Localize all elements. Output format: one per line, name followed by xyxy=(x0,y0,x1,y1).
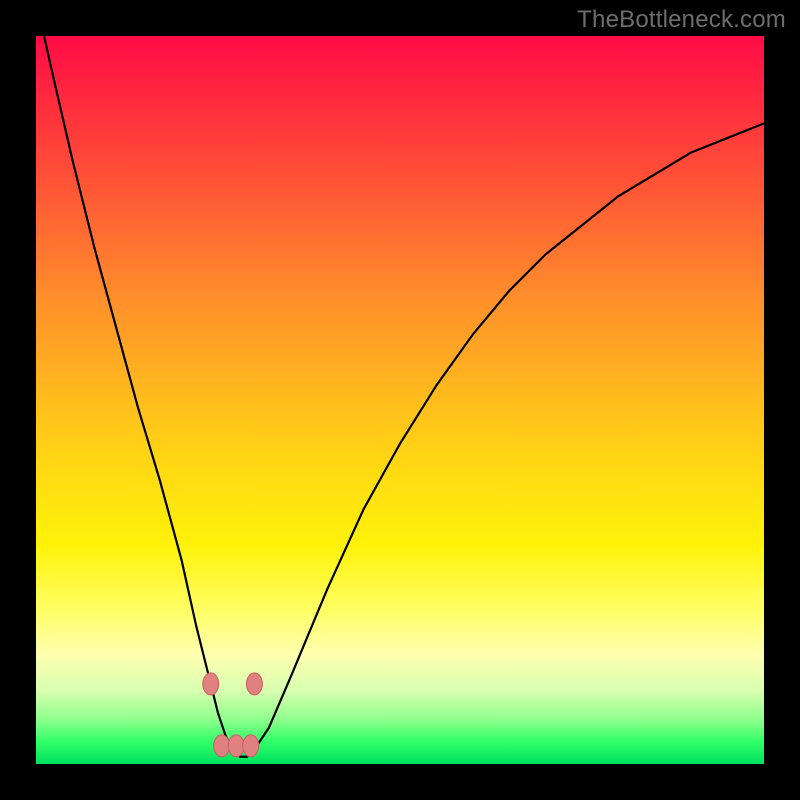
curve-marker-4 xyxy=(246,673,262,695)
watermark-text: TheBottleneck.com xyxy=(577,6,786,34)
curve-marker-2 xyxy=(228,735,244,757)
chart-frame: TheBottleneck.com xyxy=(0,0,800,800)
curve-marker-3 xyxy=(243,735,259,757)
chart-svg xyxy=(36,36,764,764)
bottleneck-curve xyxy=(36,36,764,757)
curve-marker-0 xyxy=(203,673,219,695)
plot-area xyxy=(36,36,764,764)
curve-group xyxy=(36,36,764,757)
curve-marker-1 xyxy=(214,735,230,757)
marker-group xyxy=(203,673,263,757)
